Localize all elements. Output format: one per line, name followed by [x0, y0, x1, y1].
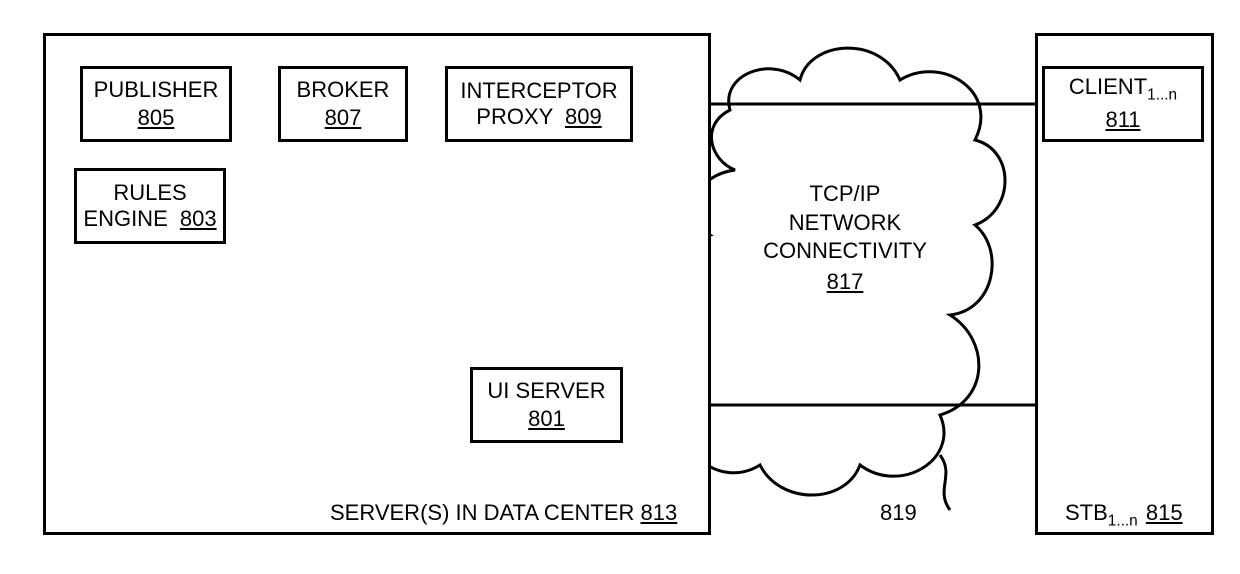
client-box: CLIENT1...n 811 [1042, 66, 1204, 142]
rules-engine-box: RULES ENGINE 803 [74, 168, 226, 244]
interceptor-label-2: PROXY [476, 104, 553, 129]
client-sub: 1...n [1147, 87, 1177, 104]
interceptor-proxy-box: INTERCEPTOR PROXY 809 [445, 66, 633, 142]
interceptor-label-1: INTERCEPTOR [460, 78, 617, 104]
cloud-label: TCP/IP NETWORK CONNECTIVITY 817 [755, 180, 935, 296]
rules-ref: 803 [180, 206, 217, 231]
interceptor-ref: 809 [565, 104, 602, 129]
datacenter-label: SERVER(S) IN DATA CENTER 813 [330, 500, 677, 526]
ui-server-label: UI SERVER [487, 378, 605, 404]
rules-label-2: ENGINE [83, 206, 167, 231]
publisher-ref: 805 [138, 105, 175, 131]
client-ref: 811 [1105, 107, 1140, 133]
ui-server-ref: 801 [528, 406, 565, 432]
publisher-box: PUBLISHER 805 [80, 66, 232, 142]
publisher-label: PUBLISHER [94, 77, 219, 103]
diagram-canvas: SERVER(S) IN DATA CENTER 813 PUBLISHER 8… [0, 0, 1240, 574]
broker-ref: 807 [325, 105, 362, 131]
callout-819 [940, 455, 950, 510]
stb-label: STB1...n 815 [1065, 500, 1183, 531]
broker-label: BROKER [297, 77, 390, 103]
client-label: CLIENT [1069, 74, 1147, 99]
ui-server-box: UI SERVER 801 [470, 367, 623, 443]
wave-ref-label: 819 [880, 500, 917, 526]
rules-label-1: RULES [113, 180, 186, 206]
broker-box: BROKER 807 [278, 66, 408, 142]
